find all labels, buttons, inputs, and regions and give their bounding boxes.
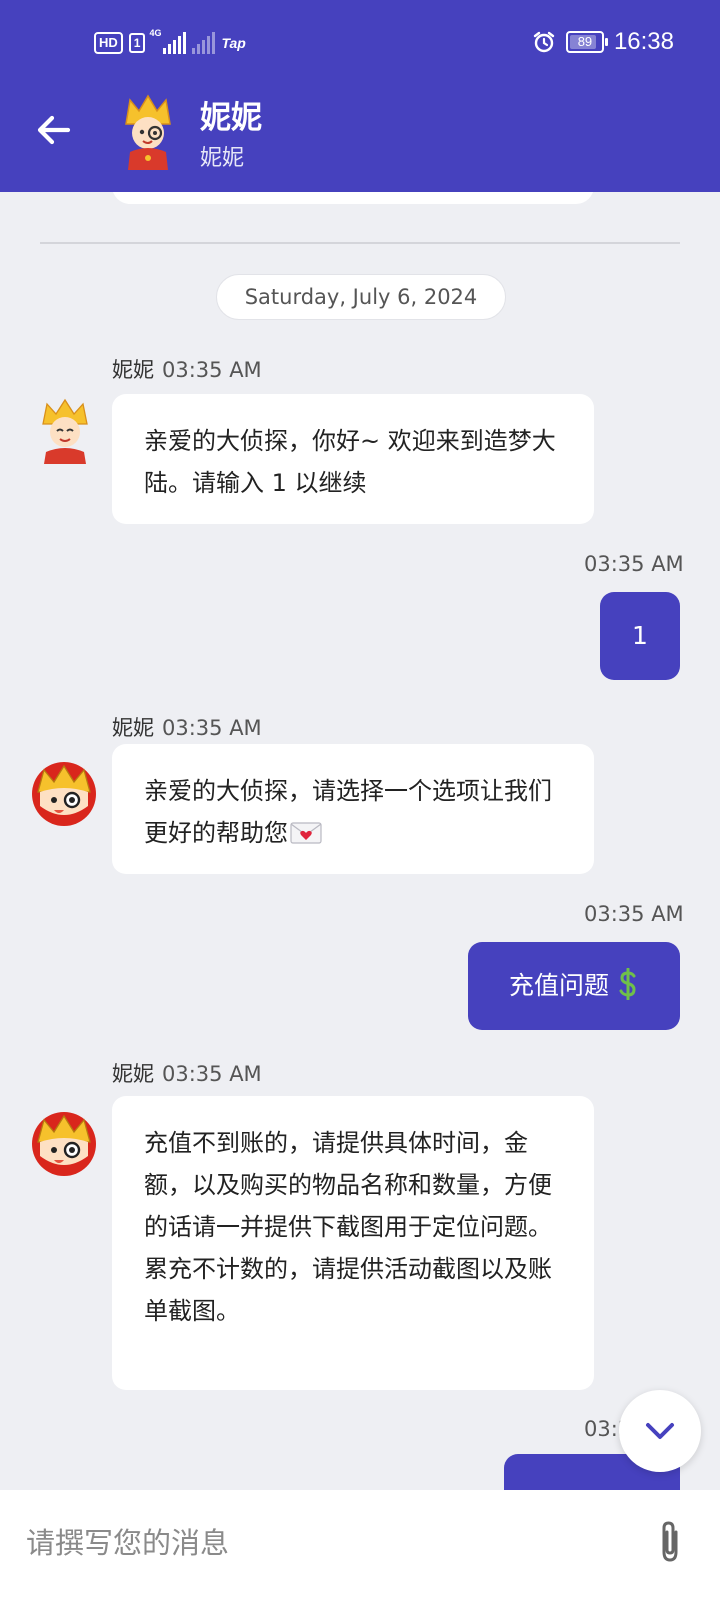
message-input[interactable] xyxy=(24,1512,628,1574)
attach-button[interactable] xyxy=(652,1518,688,1566)
battery-level: 89 xyxy=(577,34,593,49)
chat-area[interactable]: Saturday, July 6, 2024 妮妮 03:35 AM 亲爱的大侦探… xyxy=(0,192,720,1490)
sender-name: 妮妮 xyxy=(112,358,154,382)
agent-avatar[interactable] xyxy=(38,398,92,464)
envelope-heart-icon xyxy=(290,822,322,844)
status-right: 89 16:38 xyxy=(532,28,674,56)
agent-message-bubble: 充值不到账的，请提供具体时间，金额，以及购买的物品名称和数量，方便的话请一并提供… xyxy=(112,1096,594,1390)
contact-avatar[interactable] xyxy=(122,94,174,170)
agent-message-bubble: 亲爱的大侦探，请选择一个选项让我们更好的帮助您 xyxy=(112,744,594,874)
sender-name: 妮妮 xyxy=(112,716,154,740)
sender-name: 妮妮 xyxy=(112,1062,154,1086)
sim-indicator: 1 xyxy=(128,33,146,53)
back-button[interactable] xyxy=(32,108,76,152)
message-meta: 妮妮 03:35 AM xyxy=(112,712,262,742)
app-header: HD 1 4G Tap 89 16:38 妮妮 妮妮 xyxy=(0,0,720,192)
message-meta: 妮妮 03:35 AM xyxy=(112,1058,262,1088)
network-type: 4G xyxy=(149,28,162,38)
message-time: 03:35 AM xyxy=(584,902,684,926)
agent-message-text: 亲爱的大侦探，请选择一个选项让我们更好的帮助您 xyxy=(144,777,552,847)
user-message-bubble: 1 xyxy=(600,592,680,680)
message-time: 03:35 AM xyxy=(162,716,262,740)
history-divider xyxy=(40,242,680,244)
scroll-to-bottom-button[interactable] xyxy=(619,1390,701,1472)
arrow-left-icon xyxy=(37,115,71,145)
carrier-tag: Tap xyxy=(221,35,246,51)
chevron-down-icon xyxy=(646,1423,674,1439)
status-left: HD 1 4G Tap xyxy=(94,28,246,54)
message-meta: 妮妮 03:35 AM xyxy=(112,354,262,384)
dollar-sign-icon xyxy=(619,967,636,1001)
alarm-icon xyxy=(533,31,555,53)
user-message-bubble: 充值问题 xyxy=(468,942,680,1030)
message-composer xyxy=(0,1490,720,1600)
contact-name: 妮妮 xyxy=(200,100,262,136)
date-separator: Saturday, July 6, 2024 xyxy=(216,274,506,320)
message-time: 03:35 AM xyxy=(162,358,262,382)
status-time: 16:38 xyxy=(613,28,674,55)
user-message-text: 充值问题 xyxy=(508,971,609,1000)
previous-message-bubble xyxy=(112,192,594,204)
agent-avatar[interactable] xyxy=(32,762,96,826)
agent-message-bubble: 亲爱的大侦探，你好~ 欢迎来到造梦大陆。请输入 1 以继续 xyxy=(112,394,594,524)
agent-avatar[interactable] xyxy=(32,1112,96,1176)
message-time: 03:35 AM xyxy=(162,1062,262,1086)
signal-strength-icon: 4G xyxy=(149,28,187,54)
paperclip-icon xyxy=(662,1521,678,1562)
contact-subtitle: 妮妮 xyxy=(200,146,245,171)
message-time: 03:35 AM xyxy=(584,552,684,576)
battery-icon: 89 xyxy=(565,31,608,53)
signal-secondary-icon xyxy=(192,32,216,54)
status-bar: HD 1 4G Tap 89 16:38 xyxy=(0,0,720,88)
hd-indicator: HD xyxy=(94,32,123,54)
